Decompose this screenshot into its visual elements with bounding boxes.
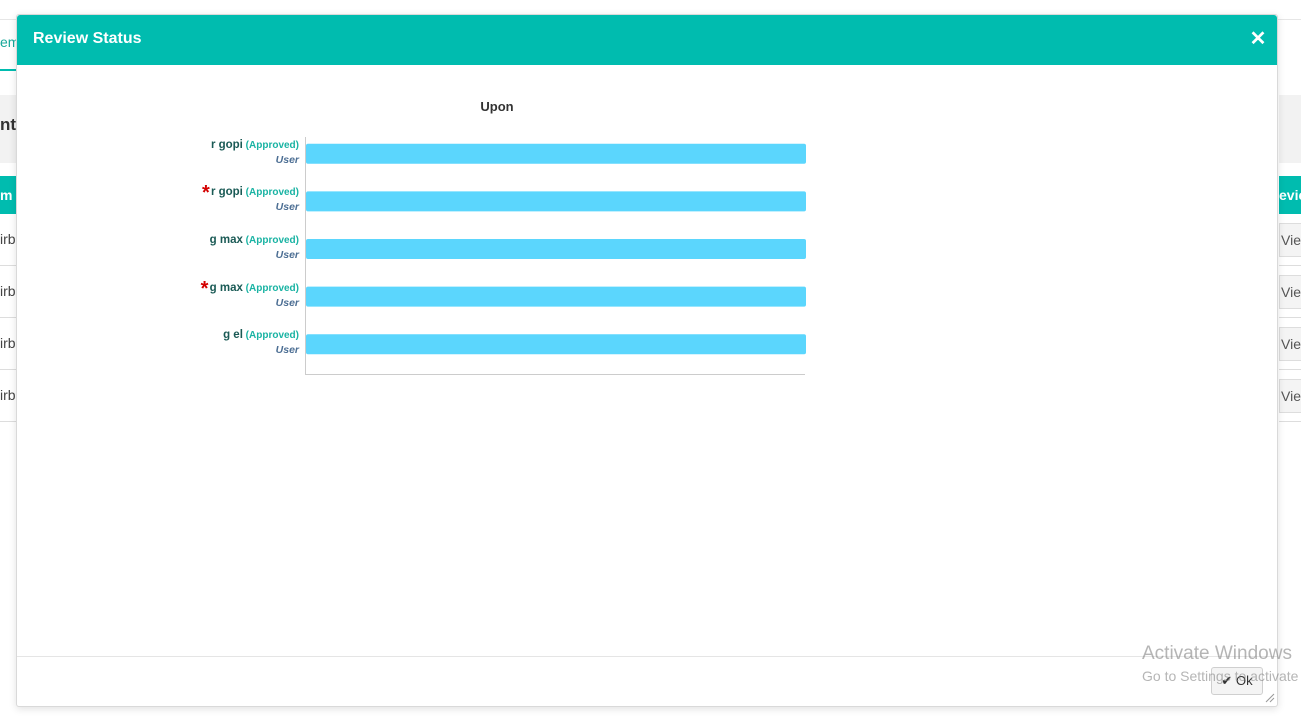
- background-heading: nt(: [0, 115, 16, 134]
- activation-watermark: Activate Windows Go to Settings to activ…: [1142, 643, 1301, 685]
- review-status-label: (Approved): [242, 330, 299, 342]
- reviewer-name: g max: [209, 281, 243, 294]
- table-row-cell: irb: [0, 335, 16, 351]
- y-tick-label: r gopi (Approved) User: [39, 138, 299, 167]
- reviewer-role: User: [275, 296, 299, 309]
- view-button[interactable]: View: [1279, 223, 1301, 257]
- row-divider: [1279, 421, 1301, 422]
- row-divider: [0, 265, 16, 266]
- row-divider: [0, 317, 16, 318]
- reviewer-role: User: [275, 153, 299, 166]
- review-status-label: (Approved): [242, 282, 299, 294]
- watermark-title: Activate Windows: [1142, 643, 1292, 664]
- bar-0[interactable]: [306, 143, 806, 164]
- reviewer-name: r gopi: [210, 186, 243, 199]
- row-divider: [1279, 369, 1301, 370]
- bar-4[interactable]: [306, 334, 806, 355]
- required-star-icon: *: [200, 277, 209, 300]
- reviewer-role: User: [275, 344, 299, 357]
- review-status-label: (Approved): [242, 187, 299, 199]
- reviewer-name: r gopi: [210, 138, 243, 151]
- reviewer-name: g max: [209, 234, 243, 246]
- y-tick-label: g max (Approved) User: [39, 281, 299, 310]
- row-divider: [1279, 265, 1301, 266]
- table-row-cell: irb: [0, 387, 16, 403]
- row-divider: [1279, 317, 1301, 318]
- review-status-label: (Approved): [242, 139, 299, 151]
- y-tick-label: g el (Approved) User: [39, 328, 299, 357]
- y-tick-label: g max (Approved) User: [39, 233, 299, 262]
- view-button[interactable]: View: [1279, 379, 1301, 413]
- background-section-band-right: [1279, 95, 1301, 163]
- review-status-label: (Approved): [242, 235, 299, 246]
- reviewer-name: g el: [223, 329, 243, 342]
- row-divider: [0, 421, 16, 422]
- active-tab-underline: [0, 69, 16, 71]
- resize-grip-icon[interactable]: [1265, 693, 1275, 703]
- review-status-modal: Review Status ✕ Upon ✔ Ok r gopi (Approv…: [16, 14, 1278, 707]
- row-divider: [0, 369, 16, 370]
- table-row-cell: irb: [0, 231, 16, 247]
- required-star-icon: *: [201, 182, 210, 205]
- reviewer-role: User: [275, 249, 299, 261]
- bar-2[interactable]: [306, 239, 806, 259]
- reviewer-role: User: [275, 201, 299, 214]
- modal-footer-divider: [17, 656, 1277, 657]
- background-tab[interactable]: em: [0, 34, 16, 54]
- watermark-subtitle: Go to Settings to activate Windows.: [1142, 668, 1301, 684]
- table-header-right: evie: [1279, 176, 1301, 214]
- table-row-cell: irb: [0, 283, 16, 299]
- view-button[interactable]: View: [1279, 327, 1301, 361]
- table-header-left: m: [0, 176, 16, 214]
- bar-3[interactable]: [306, 286, 806, 307]
- y-tick-label: r gopi (Approved) User: [39, 185, 299, 214]
- bars-group: [306, 143, 806, 355]
- bar-1[interactable]: [306, 191, 806, 212]
- view-button[interactable]: View: [1279, 275, 1301, 309]
